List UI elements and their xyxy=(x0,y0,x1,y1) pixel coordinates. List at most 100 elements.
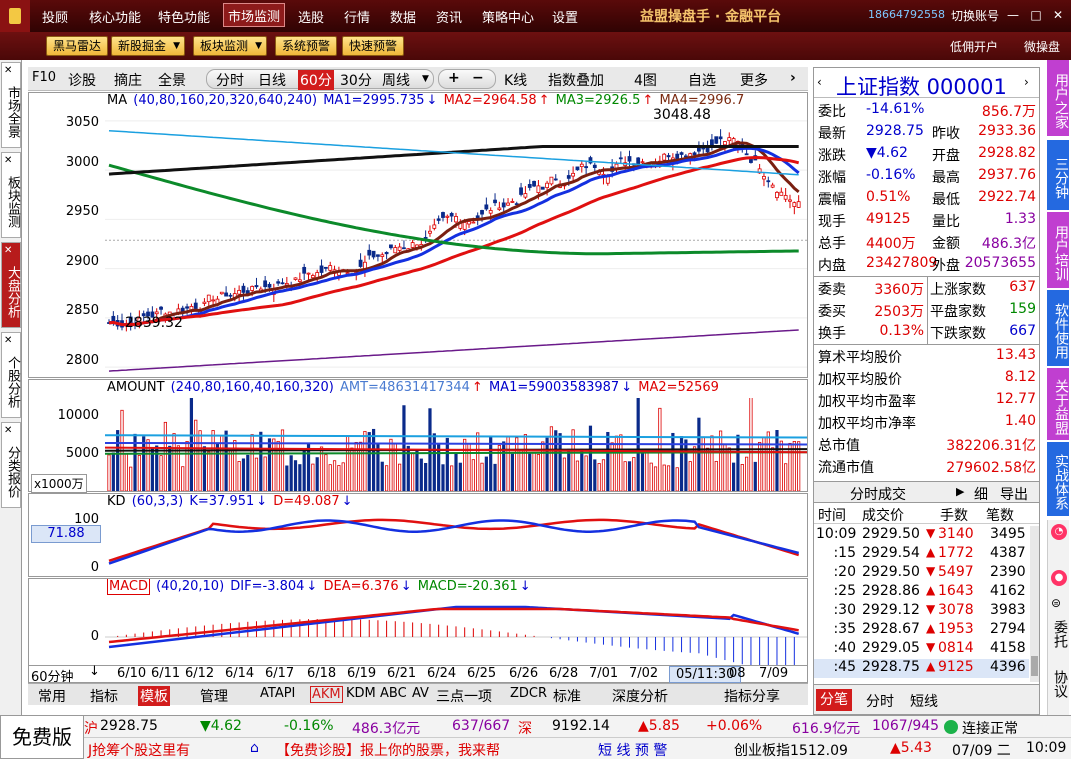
kline-dropdown[interactable]: K线 xyxy=(504,70,527,90)
tab-av[interactable]: AV xyxy=(412,686,429,701)
tab-abc[interactable]: ABC xyxy=(380,686,407,701)
more-dropdown[interactable]: 更多 xyxy=(740,70,768,90)
close-icon[interactable]: ✕ xyxy=(1050,7,1066,23)
menu-item-stock-pick[interactable]: 选股 xyxy=(298,7,324,26)
table-row[interactable]: :30 2929.12 ▼ 3078 3983 xyxy=(814,602,1029,621)
chevron-right-icon[interactable]: › xyxy=(1024,75,1029,89)
four-chart-dropdown[interactable]: 4图 xyxy=(634,70,657,90)
tab-indicator[interactable]: 指标 xyxy=(90,686,118,706)
tab-sector-monitor[interactable]: ✕ 板块监测 xyxy=(1,152,21,238)
tab-zdcr[interactable]: ZDCR xyxy=(510,686,547,701)
free-version-badge[interactable]: 免费版 xyxy=(0,715,84,759)
close-icon[interactable]: ✕ xyxy=(4,243,12,259)
close-icon[interactable]: ✕ xyxy=(4,333,12,349)
black-horse-radar-button[interactable]: 黑马雷达 xyxy=(46,36,109,56)
micro-trade-link[interactable]: 微操盘 xyxy=(1024,38,1060,55)
menu-item-quotes[interactable]: 行情 xyxy=(344,7,370,26)
table-row[interactable]: :20 2929.50 ▼ 5497 2390 xyxy=(814,564,1029,583)
table-row[interactable]: :40 2929.05 ▼ 0814 4158 xyxy=(814,640,1029,659)
menu-item-data[interactable]: 数据 xyxy=(390,7,416,26)
ipo-mining-button[interactable]: 新股掘金 ▼ xyxy=(111,36,186,56)
overview-button[interactable]: 全景 xyxy=(158,70,186,90)
menu-item-settings[interactable]: 设置 xyxy=(552,7,578,26)
menu-item-news[interactable]: 资讯 xyxy=(436,7,462,26)
watchlist-dropdown[interactable]: 自选 xyxy=(688,70,716,90)
tab-template[interactable]: 模板 xyxy=(138,686,170,706)
tab-user-home[interactable]: 用户之家 xyxy=(1047,60,1069,136)
amount-label[interactable]: AMOUNT xyxy=(107,380,165,395)
tab-common[interactable]: 常用 xyxy=(38,686,66,706)
f10-button[interactable]: F10 xyxy=(32,70,56,85)
tab-category-quotes[interactable]: ✕ 分类报价 xyxy=(1,422,21,508)
tab-intraday[interactable]: 分时 xyxy=(866,691,894,711)
kline-chart[interactable] xyxy=(105,111,807,377)
emoji-icon[interactable]: ◔ xyxy=(1051,524,1067,540)
close-icon[interactable]: ✕ xyxy=(4,153,12,169)
export-button[interactable]: 导出 xyxy=(1000,484,1028,504)
agreement-button[interactable]: 协议 xyxy=(1050,670,1068,698)
tab-akm[interactable]: AKM xyxy=(310,686,343,703)
menu-item-advisor[interactable]: 投顾 xyxy=(42,7,68,26)
tab-indicator-share[interactable]: 指标分享 xyxy=(724,686,780,706)
diagnose-button[interactable]: 诊股 xyxy=(68,70,96,90)
system-alert-button[interactable]: 系统预警 xyxy=(275,36,338,56)
quick-alert-button[interactable]: 快速预警 xyxy=(342,36,405,56)
tab-about[interactable]: 关于益盟 xyxy=(1047,368,1069,440)
low-commission-link[interactable]: 低佣开户 xyxy=(950,38,998,55)
promo-text[interactable]: 【免费诊股】报上你的股票，我来帮 xyxy=(276,740,500,760)
ticker-text[interactable]: J抢筹个股这里有 xyxy=(88,740,190,760)
period-daily[interactable]: 日线 xyxy=(258,70,286,90)
switch-account-link[interactable]: 切换账号 xyxy=(951,7,999,24)
period-intraday[interactable]: 分时 xyxy=(216,70,244,90)
minimize-icon[interactable]: — xyxy=(1005,7,1021,23)
macd-label[interactable]: MACD xyxy=(107,579,150,595)
tab-atapi[interactable]: ATAPI xyxy=(260,686,295,701)
period-30min[interactable]: 30分 xyxy=(340,70,372,90)
user-icon[interactable]: ● xyxy=(1051,570,1067,586)
tab-short-term[interactable]: 短线 xyxy=(910,691,938,711)
period-60min[interactable]: 60分 xyxy=(298,70,334,90)
tab-index-analysis[interactable]: ✕ 大盘分析 xyxy=(1,242,21,328)
chevron-down-icon[interactable]: ▼ xyxy=(422,74,429,84)
sector-monitor-button[interactable]: 板块监测 ▼ xyxy=(193,36,268,56)
tab-three-point[interactable]: 三点一项 xyxy=(436,686,492,706)
amount-chart[interactable] xyxy=(105,398,807,491)
table-row[interactable]: :15 2929.54 ▲ 1772 4387 xyxy=(814,545,1029,564)
tab-deep-analysis[interactable]: 深度分析 xyxy=(612,686,668,706)
tab-three-minutes[interactable]: 三分钟 xyxy=(1047,140,1069,210)
play-icon[interactable]: ▶ xyxy=(956,485,964,498)
detail-button[interactable]: 细 xyxy=(974,484,988,504)
scrollbar[interactable] xyxy=(1030,526,1039,682)
tab-kdm[interactable]: KDM xyxy=(346,686,376,701)
entrust-button[interactable]: 委托 xyxy=(1050,620,1068,648)
tab-user-training[interactable]: 用户培训 xyxy=(1047,212,1069,288)
short-term-alert[interactable]: 短 线 预 警 xyxy=(598,740,667,760)
menu-item-strategy[interactable]: 策略中心 xyxy=(482,7,534,26)
chevron-right-icon[interactable]: › xyxy=(790,70,796,86)
period-weekly[interactable]: 周线 xyxy=(382,70,410,90)
tab-stock-analysis[interactable]: ✕ 个股分析 xyxy=(1,332,21,418)
tab-practice-system[interactable]: 实战体系 xyxy=(1047,442,1069,516)
table-row[interactable]: :35 2928.67 ▲ 1953 2794 xyxy=(814,621,1029,640)
maximize-icon[interactable]: □ xyxy=(1028,7,1044,23)
home-icon[interactable]: ⌂ xyxy=(250,740,259,756)
tab-market-overview[interactable]: ✕ 市场全景 xyxy=(1,62,21,148)
macd-chart[interactable] xyxy=(105,597,807,665)
menu-item-core[interactable]: 核心功能 xyxy=(89,7,141,26)
tab-tick[interactable]: 分笔 xyxy=(816,689,852,711)
close-icon[interactable]: ✕ xyxy=(4,423,12,439)
tab-standard[interactable]: 标准 xyxy=(553,686,581,706)
table-row[interactable]: :25 2928.86 ▲ 1643 4162 xyxy=(814,583,1029,602)
table-row[interactable]: 10:09 2929.50 ▼ 3140 3495 xyxy=(814,526,1029,545)
chevron-left-icon[interactable]: ‹ xyxy=(817,75,822,89)
tab-manage[interactable]: 管理 xyxy=(200,686,228,706)
ma-label[interactable]: MA xyxy=(107,93,127,108)
kd-label[interactable]: KD xyxy=(107,494,126,509)
tab-software-usage[interactable]: 软件使用 xyxy=(1047,290,1069,366)
link-icon[interactable]: ⊜ xyxy=(1051,596,1061,610)
zoom-out-icon[interactable]: − xyxy=(472,70,484,86)
zoom-in-icon[interactable]: + xyxy=(448,70,460,86)
kd-chart[interactable] xyxy=(105,512,807,576)
close-icon[interactable]: ✕ xyxy=(4,63,12,79)
menu-item-market-monitor[interactable]: 市场监测 xyxy=(223,3,286,27)
